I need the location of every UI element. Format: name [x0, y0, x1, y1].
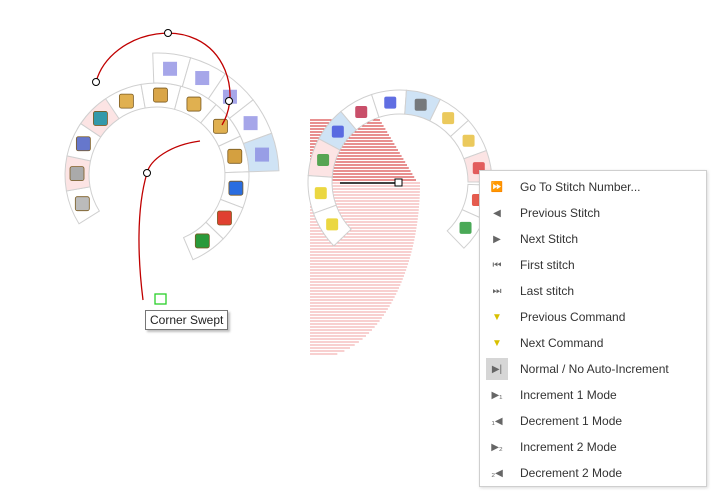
menu-item-label: Decrement 2 Mode	[520, 466, 623, 480]
menu-item[interactable]: ▼ Previous Command	[484, 305, 702, 329]
corner-swept-icon	[255, 147, 270, 162]
context-menu: ⏩ Go To Stitch Number... ◀ Previous Stitch ▶…	[479, 170, 707, 487]
menu-item[interactable]: ▼ Next Command	[484, 331, 702, 355]
menu-item-label: Go To Stitch Number...	[520, 180, 641, 194]
fill-pattern-icon	[227, 148, 243, 164]
cancel-icon	[217, 210, 232, 226]
menu-item[interactable]: ▶₁ Increment 1 Mode	[484, 383, 702, 407]
next-stitch-icon: ▶	[493, 233, 501, 245]
zigzag-blue-icon	[384, 96, 397, 109]
zigzag-icon	[355, 106, 368, 119]
menu-item[interactable]: ◀ Previous Stitch	[484, 201, 702, 225]
menu-item-label: Last stitch	[520, 284, 575, 298]
insert-command-icon	[314, 187, 327, 200]
menu-item[interactable]: ₂◀ Decrement 2 Mode	[484, 461, 702, 485]
menu-item[interactable]: ▶ Next Stitch	[484, 227, 702, 251]
left-wheel-segment[interactable]	[65, 186, 101, 225]
end-point-marker[interactable]	[154, 293, 167, 305]
increment-2-icon: ▶₂	[491, 441, 503, 453]
tooltip: Corner Swept	[145, 310, 229, 330]
decrement-2-icon: ₂◀	[491, 467, 503, 479]
swap-icon	[317, 153, 330, 166]
menu-item[interactable]: ▶| Normal / No Auto-Increment	[484, 357, 702, 381]
stitch-block-icon	[153, 87, 168, 103]
menu-item-label: Next Stitch	[520, 232, 579, 246]
menu-item-label: Increment 1 Mode	[520, 388, 617, 402]
ok-icon	[194, 233, 210, 249]
insert-end-icon	[118, 93, 134, 109]
thread-forward-icon	[442, 112, 455, 125]
menu-item[interactable]: ⏮ First stitch	[484, 253, 702, 277]
control-point[interactable]	[164, 29, 172, 37]
curve-node-icon	[93, 111, 108, 126]
last-stitch-icon: ⏭	[492, 285, 502, 297]
menu-item[interactable]: ⏭ Last stitch	[484, 279, 702, 303]
menu-item-label: Normal / No Auto-Increment	[520, 362, 669, 376]
right-radial-menu	[307, 89, 493, 249]
line-icon	[75, 136, 91, 152]
left-wheel-segment[interactable]	[140, 82, 182, 110]
ok-icon	[459, 221, 472, 234]
first-stitch-icon: ⏮	[492, 259, 502, 271]
insert-command-next-icon	[326, 218, 339, 231]
menu-item[interactable]: ▶₂ Increment 2 Mode	[484, 435, 702, 459]
square-node-icon	[186, 96, 202, 112]
control-point[interactable]	[225, 97, 233, 105]
add-node-icon	[213, 118, 228, 134]
control-point[interactable]	[143, 169, 151, 177]
menu-item[interactable]: ₁◀ Decrement 1 Mode	[484, 409, 702, 433]
menu-item-label: First stitch	[520, 258, 575, 272]
menu-item[interactable]: ⏩ Go To Stitch Number...	[484, 175, 702, 199]
thread-back-icon	[462, 134, 475, 147]
menu-item-label: Previous Command	[520, 310, 626, 324]
triangle-icon	[74, 196, 90, 212]
left-wheel-segment[interactable]	[64, 155, 92, 192]
corner-fill-icon	[195, 71, 210, 86]
loop-icon	[69, 166, 85, 182]
menu-item-label: Next Command	[520, 336, 604, 350]
increment-1-icon: ▶₁	[491, 389, 503, 401]
normal-mode-icon: ▶|	[486, 358, 508, 380]
go-to-icon: ⏩	[490, 181, 504, 193]
check-icon	[414, 98, 427, 111]
menu-item-label: Decrement 1 Mode	[520, 414, 623, 428]
previous-stitch-icon: ◀	[493, 207, 501, 219]
stepped-fill-icon	[243, 116, 258, 131]
control-point[interactable]	[92, 78, 100, 86]
next-command-icon: ▼	[492, 337, 502, 349]
previous-command-icon: ▼	[492, 311, 502, 323]
zigzag-selected-icon	[331, 125, 344, 138]
stitch-marker[interactable]	[394, 178, 403, 187]
locked-fill-icon	[163, 61, 178, 76]
bezier-curve-lower[interactable]	[138, 140, 201, 301]
menu-item-label: Increment 2 Mode	[520, 440, 617, 454]
decrement-1-icon: ₁◀	[491, 415, 503, 427]
menu-item-label: Previous Stitch	[520, 206, 601, 220]
back-arrow-icon	[228, 180, 244, 196]
